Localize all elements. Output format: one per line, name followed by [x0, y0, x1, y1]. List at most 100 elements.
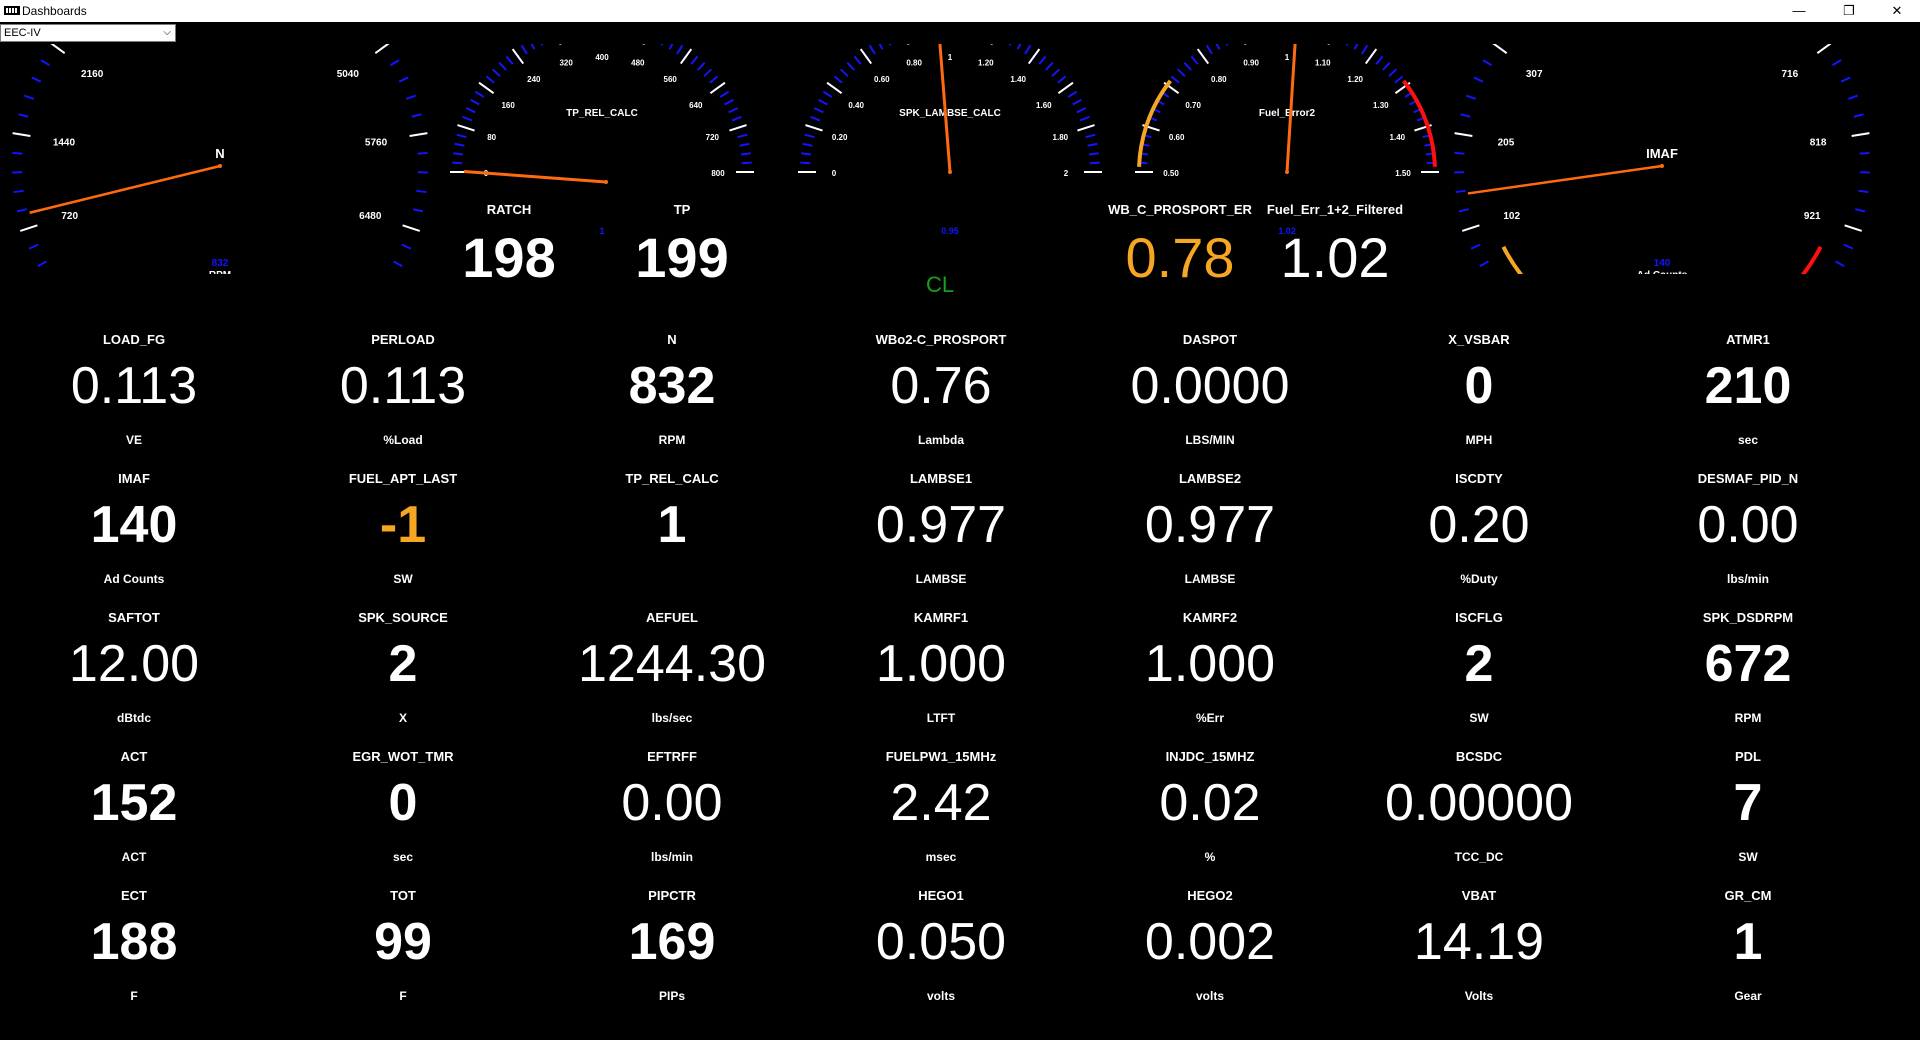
tick-label: 0.20	[832, 133, 848, 142]
minor-tick	[1057, 75, 1067, 84]
minor-tick	[1076, 107, 1087, 114]
tick-label: 720	[706, 133, 720, 142]
minor-tick	[16, 208, 27, 213]
param-unit: LAMBSE	[1184, 572, 1236, 586]
param-name: ACT	[120, 749, 148, 764]
minor-tick	[453, 152, 464, 156]
param-name: SPK_DSDRPM	[1702, 610, 1794, 625]
tick-label: 1.60	[1036, 101, 1052, 110]
tick-label: 307	[1526, 69, 1543, 80]
ecu-selector-dropdown[interactable]: EEC-IV ⌵	[0, 24, 176, 42]
minor-tick	[839, 68, 849, 77]
major-tick	[907, 44, 910, 45]
param-unit: F	[130, 989, 138, 1003]
dashboard-app-icon	[4, 6, 20, 15]
major-tick	[709, 81, 726, 95]
minor-tick	[1079, 115, 1090, 122]
minor-tick	[818, 98, 828, 106]
needle-hub	[218, 164, 222, 168]
major-tick	[805, 124, 823, 132]
minor-tick	[530, 44, 536, 50]
minor-tick	[485, 75, 495, 84]
param-name: ECT	[121, 888, 147, 903]
major-tick	[1461, 224, 1480, 232]
major-tick	[1816, 44, 1832, 54]
minor-tick	[491, 68, 501, 77]
digital-label: WB_C_PROSPORT_ER	[1108, 202, 1252, 217]
param-unit: RPM	[658, 433, 686, 447]
digital-value: 198	[462, 226, 556, 289]
param-unit: Lambda	[917, 433, 964, 447]
param-unit: LTFT	[926, 711, 956, 725]
gauge-imaf: 01022053074095126147168189211023IMAF140A…	[1454, 44, 1870, 274]
minor-tick	[1460, 113, 1471, 118]
minor-tick	[1465, 94, 1477, 100]
minimize-button[interactable]: —	[1776, 0, 1822, 22]
zone-arc	[1800, 245, 1823, 274]
param-name: DASPOT	[1182, 332, 1238, 347]
tick-label: 0.80	[906, 59, 922, 68]
minor-tick	[417, 151, 428, 155]
param-unit: Gear	[1734, 989, 1762, 1003]
minor-tick	[416, 189, 427, 194]
tick-label: 160	[501, 101, 515, 110]
minor-tick	[1375, 55, 1384, 65]
param-unit: msec	[925, 850, 957, 864]
minor-tick	[1190, 55, 1199, 65]
needle-hub	[604, 180, 608, 184]
minor-tick	[801, 152, 812, 156]
minor-tick	[540, 44, 544, 46]
minor-tick	[1225, 44, 1229, 46]
param-name: EFTRFF	[647, 749, 697, 764]
major-tick	[559, 44, 562, 45]
tick-label: 1	[948, 53, 953, 62]
gauge-readout: 832	[212, 258, 229, 269]
restore-button[interactable]: ❐	[1826, 0, 1872, 22]
tick-label: 1.80	[1053, 133, 1069, 142]
param-value: 14.19	[1413, 913, 1545, 971]
param-value: 169	[628, 913, 716, 971]
minor-tick	[470, 98, 480, 106]
minor-tick	[1087, 142, 1098, 147]
param-name: LOAD_FG	[102, 332, 166, 347]
param-value: 0.02	[1159, 774, 1261, 832]
param-value: 188	[90, 913, 178, 971]
param-name: ISCFLG	[1455, 610, 1503, 625]
minor-tick	[822, 90, 833, 98]
window-title: Dashboards	[22, 4, 87, 18]
gauge-needle	[1467, 164, 1663, 195]
minor-tick	[454, 142, 465, 147]
param-value: 832	[628, 357, 716, 415]
param-name: KAMRF1	[913, 610, 969, 625]
param-value: 0	[1464, 357, 1494, 415]
close-button[interactable]: ✕	[1874, 0, 1920, 22]
minor-tick	[868, 44, 876, 55]
param-name: EGR_WOT_TMR	[352, 749, 454, 764]
param-value: 0.113	[70, 357, 198, 415]
minor-tick	[709, 75, 719, 84]
minor-tick	[12, 151, 23, 155]
ecu-selector-value: EEC-IV	[4, 27, 41, 39]
param-unit: SW	[393, 572, 413, 586]
param-name: SAFTOT	[108, 610, 160, 625]
minor-tick	[1455, 189, 1466, 194]
minor-tick	[1085, 133, 1096, 139]
param-unit: dBtdc	[117, 711, 151, 725]
major-tick	[679, 48, 693, 65]
param-value: 1.000	[1144, 635, 1276, 693]
param-name: PIPCTR	[648, 888, 696, 903]
minor-tick	[1045, 61, 1054, 71]
tick-label: 0.50	[1163, 169, 1179, 178]
gauge-cluster: 0720144021602880360043205040576064807200…	[12, 44, 1870, 274]
param-unit: VE	[125, 433, 142, 447]
minor-tick	[452, 161, 463, 165]
param-name: LAMBSE1	[909, 471, 973, 486]
tick-label: 0.80	[1211, 75, 1227, 84]
minor-tick	[741, 161, 752, 165]
param-value: 2.42	[890, 774, 992, 832]
minor-tick	[878, 44, 884, 50]
param-value: 0.002	[1144, 913, 1276, 971]
param-name: GR_CM	[1724, 888, 1772, 903]
param-unit: LAMBSE	[915, 572, 967, 586]
major-tick	[642, 44, 645, 45]
